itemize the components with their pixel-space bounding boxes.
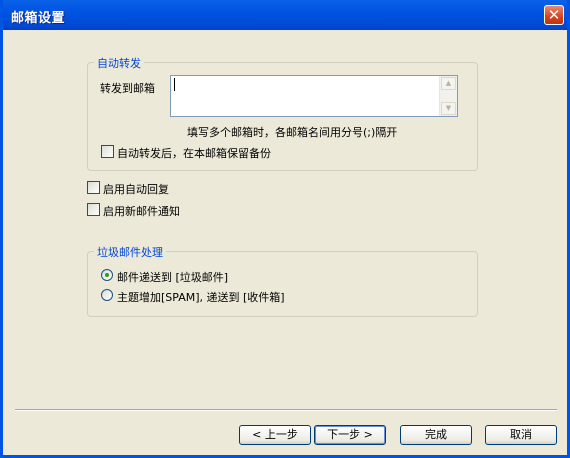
forward-hint: 填写多个邮箱时，各邮箱名间用分号(;)隔开	[187, 126, 398, 139]
keep-copy-label: 自动转发后，在本邮箱保留备份	[117, 147, 271, 160]
cancel-button[interactable]: 取消	[485, 425, 557, 445]
footer-divider	[15, 409, 557, 411]
text-caret	[174, 78, 175, 91]
auto-forward-group: 自动转发 转发到邮箱 ▲ ▼ 填写多个邮箱时，各邮箱名间用分号(;)隔开 自动转…	[87, 55, 478, 171]
next-button[interactable]: 下一步 >	[314, 425, 386, 445]
auto-reply-checkbox[interactable]	[87, 181, 100, 194]
auto-reply-option[interactable]: 启用自动回复	[87, 181, 237, 196]
forward-to-label: 转发到邮箱	[100, 82, 155, 95]
spam-tag-subject-label: 主题增加[SPAM], 递送到 [收件箱]	[117, 291, 285, 304]
spam-group: 垃圾邮件处理 邮件递送到 [垃圾邮件] 主题增加[SPAM], 递送到 [收件箱…	[87, 244, 478, 317]
spam-tag-subject-radio[interactable]	[101, 289, 113, 301]
forward-address-input[interactable]: ▲ ▼	[170, 75, 458, 117]
new-mail-notify-option[interactable]: 启用新邮件通知	[87, 203, 237, 218]
spam-to-junk-option[interactable]: 邮件递送到 [垃圾邮件]	[101, 269, 351, 284]
keep-copy-checkbox[interactable]	[101, 145, 114, 158]
close-icon: ✕	[547, 6, 561, 24]
finish-button[interactable]: 完成	[400, 425, 472, 445]
new-mail-notify-checkbox[interactable]	[87, 203, 100, 216]
auto-reply-label: 启用自动回复	[103, 183, 169, 196]
spam-tag-subject-option[interactable]: 主题增加[SPAM], 递送到 [收件箱]	[101, 289, 351, 304]
window-title: 邮箱设置	[11, 11, 66, 26]
scroll-up-icon[interactable]: ▲	[441, 77, 456, 90]
title-bar[interactable]: 邮箱设置 ✕	[3, 0, 567, 30]
spam-to-junk-label: 邮件递送到 [垃圾邮件]	[117, 271, 229, 284]
scroll-down-icon[interactable]: ▼	[441, 102, 456, 115]
close-button[interactable]: ✕	[544, 5, 564, 25]
textarea-scrollbar[interactable]: ▲ ▼	[439, 76, 457, 116]
radio-selected-dot	[105, 273, 109, 277]
back-button[interactable]: < 上一步	[239, 425, 311, 445]
keep-copy-option[interactable]: 自动转发后，在本邮箱保留备份	[101, 145, 361, 160]
dialog-content: 自动转发 转发到邮箱 ▲ ▼ 填写多个邮箱时，各邮箱名间用分号(;)隔开 自动转…	[3, 30, 567, 455]
settings-dialog: 邮箱设置 ✕ 自动转发 转发到邮箱 ▲ ▼ 填写多个邮箱时，各邮箱名间用分号(;…	[0, 0, 570, 458]
spam-to-junk-radio[interactable]	[101, 269, 113, 281]
spam-legend: 垃圾邮件处理	[94, 244, 166, 260]
new-mail-notify-label: 启用新邮件通知	[103, 205, 180, 218]
auto-forward-legend: 自动转发	[94, 55, 144, 71]
